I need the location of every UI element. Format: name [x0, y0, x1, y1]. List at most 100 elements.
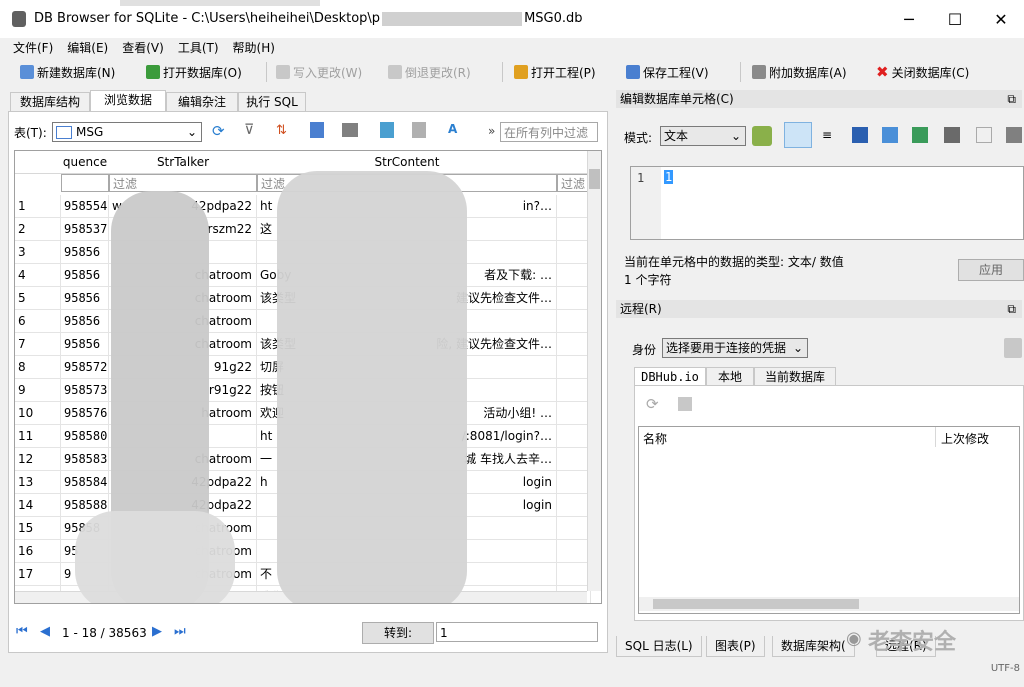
row-number-cell[interactable]: 5	[15, 287, 61, 310]
print-icon[interactable]	[342, 123, 358, 137]
sequence-cell[interactable]: 95856	[61, 241, 109, 264]
indent-icon[interactable]: ≡	[822, 128, 832, 142]
vertical-scroll-thumb[interactable]	[589, 169, 600, 189]
filter-input-strtalker[interactable]: 过滤	[109, 174, 257, 192]
sequence-cell[interactable]: 958537	[61, 218, 109, 241]
column-header-modified[interactable]: 上次修改	[941, 430, 989, 447]
row-number-cell[interactable]: 11	[15, 425, 61, 448]
filter-input-sequence[interactable]	[61, 174, 109, 192]
export-icon[interactable]	[882, 127, 898, 143]
sequence-cell[interactable]: 958576	[61, 402, 109, 425]
row-number-cell[interactable]: 1	[15, 195, 61, 218]
sequence-cell[interactable]: 958572	[61, 356, 109, 379]
menu-view[interactable]: 查看(V)	[115, 38, 171, 58]
sequence-cell[interactable]: 958584	[61, 471, 109, 494]
horizontal-scroll-thumb[interactable]	[653, 599, 859, 609]
tab-edit-pragmas[interactable]: 编辑杂注	[166, 92, 238, 112]
table-select[interactable]: MSG ⌄	[52, 122, 202, 142]
maximize-button[interactable]: ☐	[932, 0, 978, 38]
undock-icon[interactable]: ⧉	[1007, 300, 1016, 318]
sequence-cell[interactable]: 958554	[61, 195, 109, 218]
tab-db-structure[interactable]: 数据库结构	[10, 92, 90, 112]
next-cell[interactable]	[557, 425, 591, 448]
save-project-button[interactable]: 保存工程(V)	[626, 61, 709, 83]
revert-changes-button[interactable]: 倒退更改(R)	[388, 61, 471, 83]
menu-edit[interactable]: 编辑(E)	[60, 38, 115, 58]
sequence-cell[interactable]: 958583	[61, 448, 109, 471]
open-database-button[interactable]: 打开数据库(O)	[146, 61, 242, 83]
tab-execute-sql[interactable]: 执行 SQL	[238, 92, 306, 112]
vertical-scrollbar[interactable]	[587, 151, 601, 591]
clear-filters-icon[interactable]: ⊽	[244, 122, 254, 138]
save-table-icon[interactable]	[310, 122, 324, 138]
sequence-cell[interactable]: 95856	[61, 264, 109, 287]
menu-tools[interactable]: 工具(T)	[171, 38, 226, 58]
row-number-cell[interactable]: 15	[15, 517, 61, 540]
sequence-cell[interactable]: 958573	[61, 379, 109, 402]
column-header-name[interactable]: 名称	[643, 430, 667, 447]
next-cell[interactable]	[557, 333, 591, 356]
open-project-button[interactable]: 打开工程(P)	[514, 61, 596, 83]
word-wrap-icon[interactable]	[784, 122, 812, 148]
row-number-cell[interactable]: 13	[15, 471, 61, 494]
apply-button[interactable]: 应用	[958, 259, 1024, 281]
next-cell[interactable]	[557, 195, 591, 218]
tab-sql-log[interactable]: SQL 日志(L)	[616, 636, 702, 657]
clone-icon[interactable]	[678, 397, 692, 411]
next-cell[interactable]	[557, 379, 591, 402]
open-external-icon[interactable]	[944, 127, 960, 143]
row-number-cell[interactable]: 7	[15, 333, 61, 356]
mode-select[interactable]: 文本 ⌄	[660, 126, 746, 146]
next-cell[interactable]	[557, 287, 591, 310]
cell-editor[interactable]: 1 1	[630, 166, 1024, 240]
next-cell[interactable]	[557, 494, 591, 517]
next-cell[interactable]	[557, 241, 591, 264]
column-header-sequence[interactable]: quence	[61, 151, 110, 174]
first-page-icon[interactable]: ⏮	[16, 624, 28, 639]
attach-database-button[interactable]: 附加数据库(A)	[752, 61, 847, 83]
row-number-cell[interactable]: 17	[15, 563, 61, 586]
last-page-icon[interactable]: ⏭	[174, 624, 186, 639]
filter-all-input[interactable]: 在所有列中过滤	[500, 122, 598, 142]
next-cell[interactable]	[557, 540, 591, 563]
close-database-button[interactable]: ✖ 关闭数据库(C)	[876, 61, 969, 83]
delete-record-icon[interactable]	[412, 122, 426, 138]
tab-current-db[interactable]: 当前数据库	[754, 367, 836, 386]
row-number-cell[interactable]: 14	[15, 494, 61, 517]
row-number-cell[interactable]: 6	[15, 310, 61, 333]
row-number-cell[interactable]: 4	[15, 264, 61, 287]
next-cell[interactable]	[557, 264, 591, 287]
row-number-cell[interactable]: 12	[15, 448, 61, 471]
print-cell-icon[interactable]	[1006, 127, 1022, 143]
next-cell[interactable]	[557, 310, 591, 333]
next-cell[interactable]	[557, 517, 591, 540]
row-number-cell[interactable]: 9	[15, 379, 61, 402]
filter-input-next[interactable]: 过滤	[557, 174, 591, 192]
next-cell[interactable]	[557, 402, 591, 425]
close-button[interactable]: ✕	[978, 0, 1024, 38]
write-changes-button[interactable]: 写入更改(W)	[276, 61, 362, 83]
horizontal-scrollbar[interactable]	[639, 597, 1019, 611]
sequence-cell[interactable]: 95856	[61, 333, 109, 356]
import-icon[interactable]	[852, 127, 868, 143]
next-cell[interactable]	[557, 471, 591, 494]
overflow-icon[interactable]: »	[488, 124, 495, 138]
menu-file[interactable]: 文件(F)	[6, 38, 60, 58]
auto-format-icon[interactable]	[752, 126, 772, 146]
next-cell[interactable]	[557, 356, 591, 379]
undock-icon[interactable]: ⧉	[1007, 90, 1016, 108]
tab-db-schema[interactable]: 数据库架构(	[772, 636, 855, 657]
font-icon[interactable]: A	[448, 122, 457, 136]
tab-dbhub[interactable]: DBHub.io	[634, 367, 706, 386]
row-number-cell[interactable]: 16	[15, 540, 61, 563]
goto-button[interactable]: 转到:	[362, 622, 434, 644]
next-cell[interactable]	[557, 218, 591, 241]
tab-local[interactable]: 本地	[706, 367, 754, 386]
remote-settings-icon[interactable]	[1004, 338, 1022, 358]
sequence-cell[interactable]: 95856	[61, 310, 109, 333]
row-number-cell[interactable]: 2	[15, 218, 61, 241]
sequence-cell[interactable]: 95856	[61, 287, 109, 310]
refresh-icon[interactable]: ⟳	[646, 395, 659, 413]
row-number-cell[interactable]: 3	[15, 241, 61, 264]
identity-select[interactable]: 选择要用于连接的凭据 ⌄	[662, 338, 808, 358]
